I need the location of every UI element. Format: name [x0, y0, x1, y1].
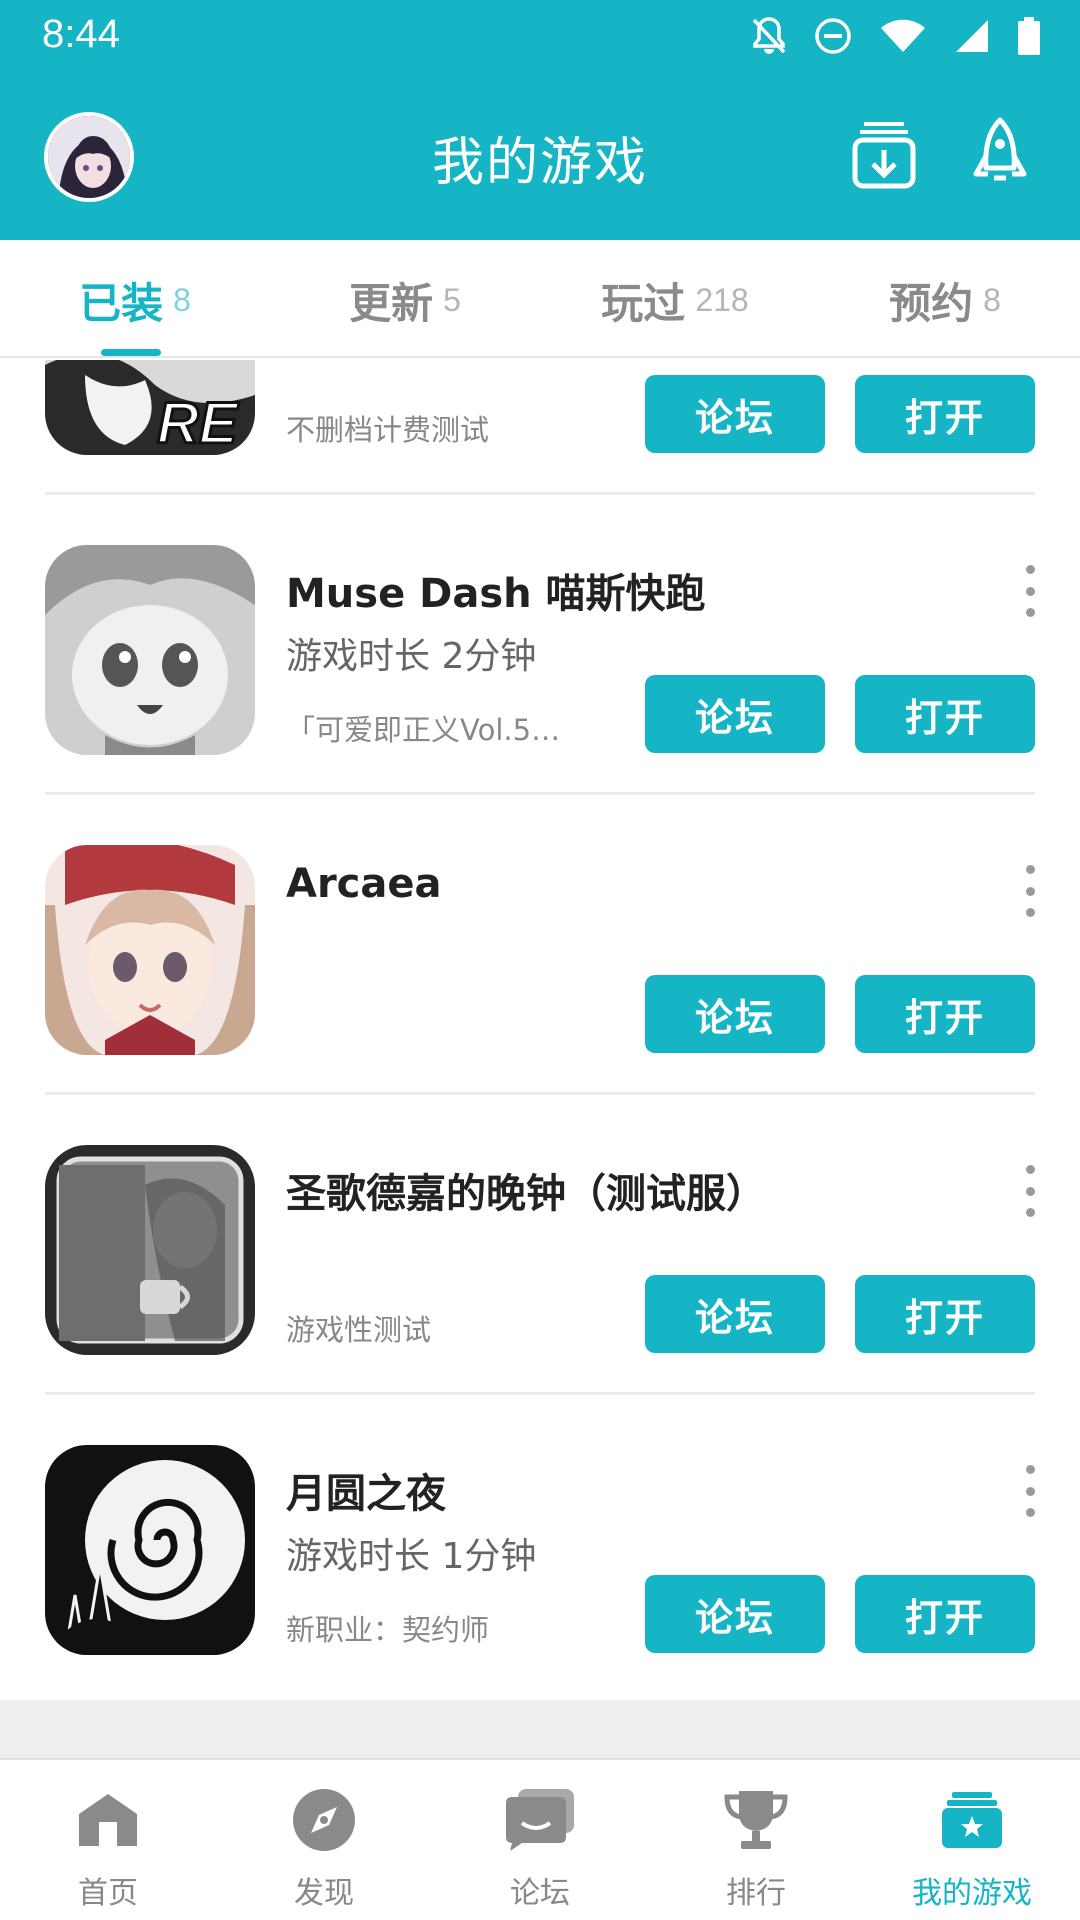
installed-games-list[interactable]: RE 不删档计费测试 论坛 打开 Muse Dash 喵斯快跑 游戏时长 2分钟…: [0, 360, 1080, 1690]
forum-button[interactable]: 论坛: [645, 375, 825, 453]
more-options-button[interactable]: [1018, 1165, 1042, 1217]
my-games-icon: [932, 1780, 1012, 1860]
forum-button[interactable]: 论坛: [645, 675, 825, 753]
game-title: Arcaea: [286, 861, 442, 907]
forum-button[interactable]: 论坛: [645, 1575, 825, 1653]
list-footer: [0, 1700, 1080, 1758]
tab-label: 预约: [889, 278, 974, 328]
open-button[interactable]: 打开: [855, 675, 1035, 753]
full-moon-night-icon[interactable]: [45, 1445, 255, 1655]
tab-bar: 已装 8 更新 5 玩过 218 预约 8: [0, 240, 1080, 358]
tab-count: 8: [173, 281, 191, 318]
more-options-button[interactable]: [1018, 565, 1042, 617]
nav-label: 首页: [78, 1876, 138, 1911]
download-manager-button[interactable]: [852, 120, 916, 190]
nav-my-games[interactable]: 我的游戏: [864, 1760, 1080, 1920]
open-button[interactable]: 打开: [855, 1275, 1035, 1353]
tab-updates[interactable]: 更新 5: [270, 240, 540, 356]
tab-count: 5: [443, 281, 461, 318]
open-button[interactable]: 打开: [855, 1575, 1035, 1653]
forum-button[interactable]: 论坛: [645, 1275, 825, 1353]
compass-icon: [284, 1780, 364, 1860]
game-note: 新职业：契约师: [286, 1613, 490, 1647]
game-note: 「可爱即正义Vol.5」…: [286, 713, 586, 747]
nav-discover[interactable]: 发现: [216, 1760, 432, 1920]
tab-label: 玩过: [601, 278, 686, 328]
wifi-icon: [881, 19, 925, 52]
status-icons: [752, 12, 1040, 60]
list-item[interactable]: 圣歌德嘉的晚钟（测试服） 游戏性测试 论坛 打开: [0, 1095, 1080, 1395]
app-bar: 我的游戏: [0, 72, 1080, 240]
rocket-icon: [973, 117, 1027, 181]
status-time: 8:44: [42, 12, 120, 56]
nav-home[interactable]: 首页: [0, 1760, 216, 1920]
battery-icon: [1018, 17, 1040, 55]
list-item[interactable]: Arcaea 论坛 打开: [0, 795, 1080, 1095]
list-item[interactable]: Muse Dash 喵斯快跑 游戏时长 2分钟 「可爱即正义Vol.5」… 论坛…: [0, 495, 1080, 795]
bottom-nav: 首页 发现 论坛 排行 我的游戏: [0, 1758, 1080, 1920]
game-note: 不删档计费测试: [286, 413, 490, 447]
svg-text:RE: RE: [157, 391, 240, 455]
re-game-icon[interactable]: RE: [45, 360, 255, 455]
game-playtime: 游戏时长 1分钟: [286, 1536, 537, 1577]
tab-label: 更新: [349, 278, 434, 328]
tab-count: 218: [695, 281, 749, 318]
tab-count: 8: [983, 281, 1001, 318]
do-not-disturb-icon: [815, 18, 851, 54]
open-button[interactable]: 打开: [855, 375, 1035, 453]
notifications-off-icon: [752, 17, 786, 54]
chat-icon: [500, 1780, 580, 1860]
forum-button[interactable]: 论坛: [645, 975, 825, 1053]
more-options-button[interactable]: [1018, 865, 1042, 917]
muse-dash-icon[interactable]: [45, 545, 255, 755]
list-item[interactable]: RE 不删档计费测试 论坛 打开: [0, 360, 1080, 495]
download-manager-icon: [852, 122, 916, 189]
tab-reserved[interactable]: 预约 8: [810, 240, 1080, 356]
game-title: 月圆之夜: [286, 1471, 446, 1517]
open-button[interactable]: 打开: [855, 975, 1035, 1053]
game-playtime: 游戏时长 2分钟: [286, 636, 537, 677]
trophy-icon: [716, 1780, 796, 1860]
nav-label: 论坛: [510, 1876, 570, 1911]
tab-played[interactable]: 玩过 218: [540, 240, 810, 356]
more-options-button[interactable]: [1018, 1465, 1042, 1517]
nav-label: 排行: [726, 1876, 786, 1911]
signal-icon: [956, 20, 988, 52]
page-title: 我的游戏: [431, 133, 648, 193]
bell-game-icon[interactable]: [45, 1145, 255, 1355]
nav-label: 我的游戏: [912, 1876, 1032, 1911]
list-item[interactable]: 月圆之夜 游戏时长 1分钟 新职业：契约师 论坛 打开: [0, 1395, 1080, 1690]
home-icon: [68, 1780, 148, 1860]
tab-installed[interactable]: 已装 8: [0, 240, 270, 356]
game-note: 游戏性测试: [286, 1313, 432, 1347]
tab-label: 已装: [79, 278, 164, 328]
rocket-button[interactable]: [972, 116, 1028, 196]
status-bar: 8:44: [0, 0, 1080, 72]
arcaea-icon[interactable]: [45, 845, 255, 1055]
active-tab-indicator: [101, 349, 161, 356]
game-title: 圣歌德嘉的晚钟（测试服）: [286, 1171, 766, 1217]
nav-label: 发现: [294, 1876, 354, 1911]
game-title: Muse Dash 喵斯快跑: [286, 571, 706, 617]
nav-forum[interactable]: 论坛: [432, 1760, 648, 1920]
nav-rank[interactable]: 排行: [648, 1760, 864, 1920]
